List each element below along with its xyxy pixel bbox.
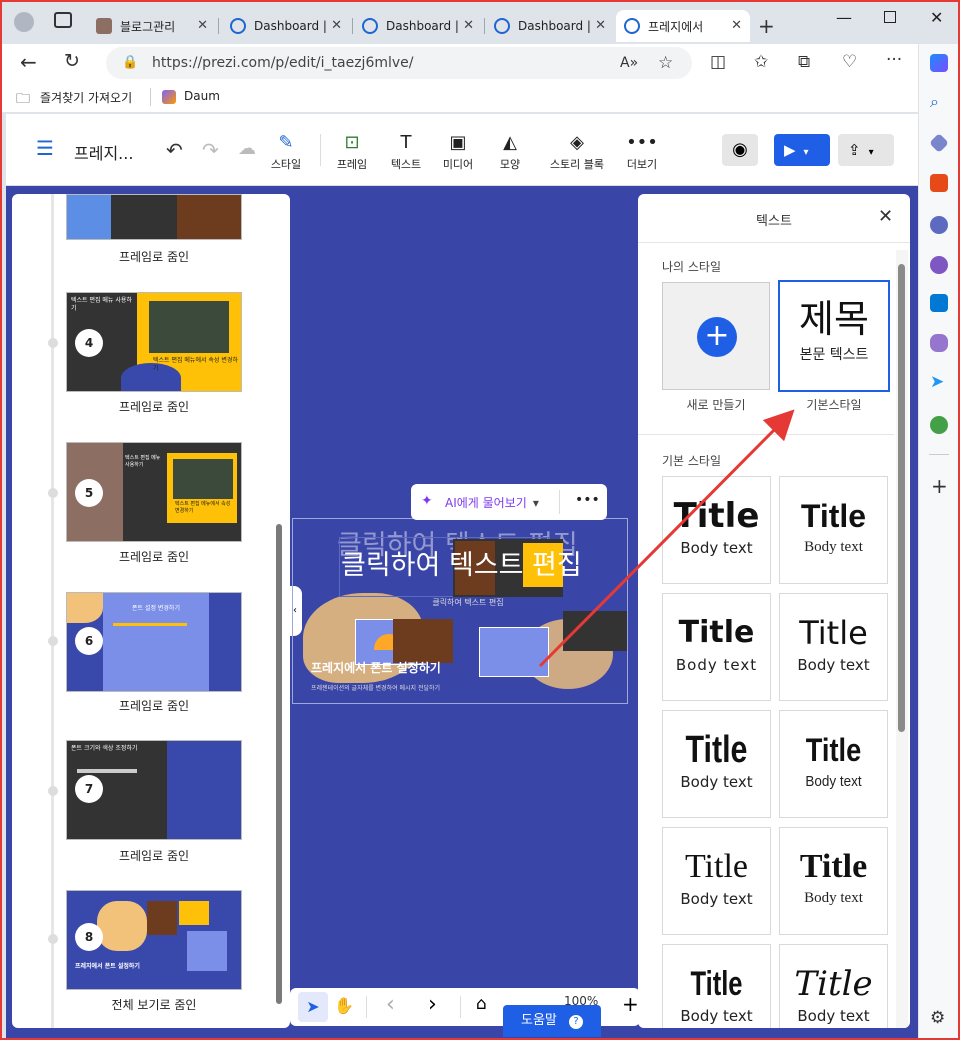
annotation-arrow	[538, 409, 795, 668]
browser-window: 블로그관리 ✕ Dashboard | ✕ Dashboard | ✕ Dash…	[0, 0, 960, 1040]
